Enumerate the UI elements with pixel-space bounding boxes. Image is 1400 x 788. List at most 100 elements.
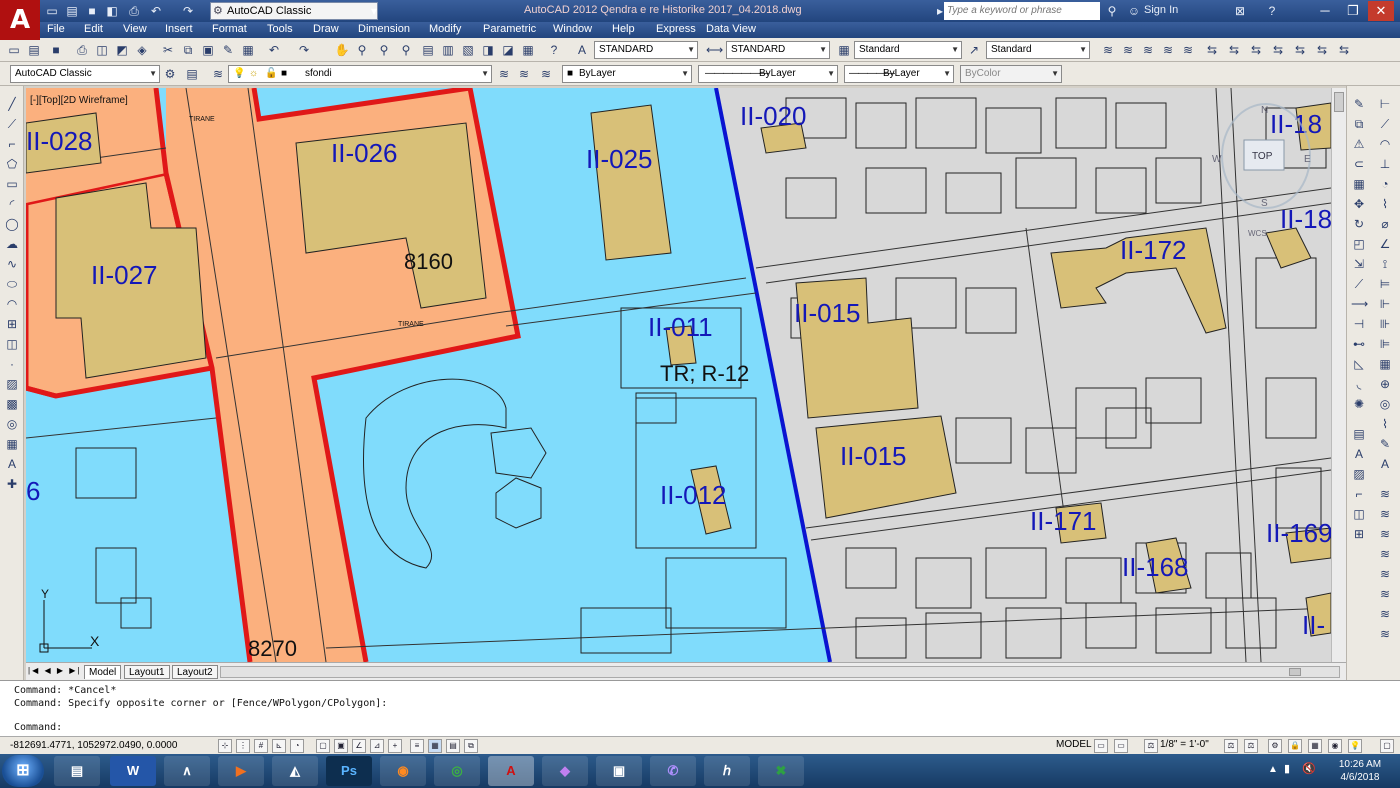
block-editor-icon[interactable]: ▦ — [240, 42, 256, 58]
dim-continue-icon[interactable]: ⊩ — [1377, 296, 1393, 312]
ellipse-arc-icon[interactable]: ◠ — [4, 296, 20, 312]
menu-insert[interactable]: Insert — [165, 23, 193, 35]
dim-arc-icon[interactable]: ◠ — [1377, 136, 1393, 152]
autocad-logo[interactable]: A — [0, 0, 40, 40]
tool-palettes-icon[interactable]: ▧ — [460, 42, 476, 58]
arc-icon[interactable]: ◜ — [4, 196, 20, 212]
workspace-icon[interactable]: ▤ — [184, 66, 200, 82]
markup-icon[interactable]: ◪ — [500, 42, 516, 58]
region-icon[interactable]: ◎ — [4, 416, 20, 432]
revcloud-icon[interactable]: ☁ — [4, 236, 20, 252]
break-icon[interactable]: ⊣ — [1351, 316, 1367, 332]
menu-data-view[interactable]: Data View — [706, 23, 756, 35]
circle-icon[interactable]: ◯ — [4, 216, 20, 232]
gradient-icon[interactable]: ▩ — [4, 396, 20, 412]
mleader-style-select[interactable]: Standard ▼ — [986, 41, 1090, 59]
inspect-icon[interactable]: ◎ — [1377, 396, 1393, 412]
menu-express[interactable]: Express — [656, 23, 696, 35]
menu-edit[interactable]: Edit — [84, 23, 103, 35]
menu-tools[interactable]: Tools — [267, 23, 293, 35]
dim-baseline-icon[interactable]: ⊨ — [1377, 276, 1393, 292]
chevron-down-icon[interactable]: ▾ — [366, 3, 382, 19]
explorer-taskbar-icon[interactable]: ▤ — [54, 756, 100, 786]
open-icon[interactable]: ▤ — [26, 42, 42, 58]
drawing-canvas[interactable]: [-][Top][2D Wireframe] II-028 II-026 II-… — [26, 88, 1331, 662]
redo-icon[interactable]: ↷ — [180, 3, 196, 19]
new-icon[interactable]: ▭ — [6, 42, 22, 58]
layer-previous-icon[interactable]: ≋ — [516, 66, 532, 82]
3d-osnap-icon[interactable]: ▣ — [334, 739, 348, 753]
new-file-icon[interactable]: ▭ — [44, 3, 60, 19]
3d-dwf-icon[interactable]: ◈ — [134, 42, 150, 58]
model-space-button[interactable]: MODEL — [1056, 739, 1092, 750]
chrome-taskbar-icon[interactable]: ◎ — [434, 756, 480, 786]
pan-icon[interactable]: ✋ — [334, 42, 350, 58]
word-taskbar-icon[interactable]: W — [110, 756, 156, 786]
clean-screen-icon[interactable]: ▢ — [1380, 739, 1394, 753]
layer-filter-icon[interactable]: ≋ — [1377, 526, 1393, 542]
quick-view-layouts-icon[interactable]: ▭ — [1094, 739, 1108, 753]
quick-props-icon[interactable]: ▤ — [446, 739, 460, 753]
dim-space-icon[interactable]: ⊪ — [1377, 316, 1393, 332]
menu-window[interactable]: Window — [553, 23, 592, 35]
make-block-icon[interactable]: ◫ — [4, 336, 20, 352]
plot-icon[interactable]: ⎙ — [126, 3, 142, 19]
lineweight-select[interactable]: ————— ByLayer ▼ — [844, 65, 954, 83]
command-window[interactable]: Command: *Cancel* Command: Specify oppos… — [0, 680, 1400, 736]
mirror-icon[interactable]: ⚠ — [1351, 136, 1367, 152]
copy-object-icon[interactable]: ⧉ — [1351, 116, 1367, 132]
osnap-icon[interactable]: ▢ — [316, 739, 330, 753]
dim-style-select[interactable]: STANDARD ▼ — [726, 41, 830, 59]
layer-states-icon[interactable]: ≋ — [1377, 506, 1393, 522]
maximize-icon[interactable]: ❐ — [1340, 1, 1366, 21]
media-player-taskbar-icon[interactable]: ▶ — [218, 756, 264, 786]
layer-props-icon[interactable]: ≋ — [1100, 42, 1116, 58]
explode-icon[interactable]: ✺ — [1351, 396, 1367, 412]
snap-mode-icon[interactable]: ⋮ — [236, 739, 250, 753]
quickcalc-icon[interactable]: ▦ — [520, 42, 536, 58]
publish-icon[interactable]: ◩ — [114, 42, 130, 58]
layer-manager-icon[interactable]: ≋ — [210, 66, 226, 82]
selection-cycling-icon[interactable]: ⧉ — [464, 739, 478, 753]
mleader-style-icon[interactable]: ↗ — [966, 42, 982, 58]
photos-taskbar-icon[interactable]: ▣ — [596, 756, 642, 786]
tray-chevron-icon[interactable]: ▲ — [1268, 764, 1278, 775]
plot-icon[interactable]: ⎙ — [74, 42, 90, 58]
preview-icon[interactable]: ◫ — [94, 42, 110, 58]
tab-layout1[interactable]: Layout1 — [124, 665, 170, 679]
jogged-linear-icon[interactable]: ⌇ — [1377, 416, 1393, 432]
app-taskbar-icon[interactable]: ◭ — [272, 756, 318, 786]
menu-draw[interactable]: Draw — [313, 23, 339, 35]
layer-delete-icon[interactable]: ⇆ — [1314, 42, 1330, 58]
layer-walk-icon[interactable]: ⇆ — [1270, 42, 1286, 58]
layer-lock-icon[interactable]: ⇆ — [1336, 42, 1352, 58]
layer-change-icon[interactable]: ⇆ — [1226, 42, 1242, 58]
minimize-icon[interactable]: ─ — [1312, 1, 1338, 21]
help-icon[interactable]: ? — [1264, 3, 1280, 19]
table-style-select[interactable]: Standard ▼ — [854, 41, 962, 59]
line-icon[interactable]: ╱ — [4, 96, 20, 112]
grid-icon[interactable]: # — [254, 739, 268, 753]
start-button[interactable]: ⊞ — [2, 755, 44, 787]
menu-file[interactable]: File — [47, 23, 65, 35]
hatch-edit-icon[interactable]: ▨ — [1351, 466, 1367, 482]
zoom-previous-icon[interactable]: ⚲ — [398, 42, 414, 58]
rotate-icon[interactable]: ↻ — [1351, 216, 1367, 232]
layer-state-icon[interactable]: ≋ — [538, 66, 554, 82]
isolate-objects-icon[interactable]: ◉ — [1328, 739, 1342, 753]
menu-parametric[interactable]: Parametric — [483, 23, 536, 35]
saveas-icon[interactable]: ◧ — [104, 3, 120, 19]
polygon-icon[interactable]: ⬠ — [4, 156, 20, 172]
layer-unisolate-icon[interactable]: ≋ — [1140, 42, 1156, 58]
design-center-icon[interactable]: ▥ — [440, 42, 456, 58]
firefox-taskbar-icon[interactable]: ◉ — [380, 756, 426, 786]
search-input[interactable]: Type a keyword or phrase — [944, 2, 1100, 20]
polar-icon[interactable]: ◔ — [290, 739, 304, 753]
photoshop-taskbar-icon[interactable]: Ps — [326, 756, 372, 786]
wcs-label[interactable]: WCS — [1248, 229, 1267, 238]
polyline-edit-icon[interactable]: ⌐ — [1351, 486, 1367, 502]
command-prompt[interactable]: Command: — [14, 722, 62, 733]
layer-freeze-icon[interactable]: ≋ — [1160, 42, 1176, 58]
mtext-icon[interactable]: A — [4, 456, 20, 472]
autocad-2012-taskbar-icon[interactable]: ∧ — [164, 756, 210, 786]
